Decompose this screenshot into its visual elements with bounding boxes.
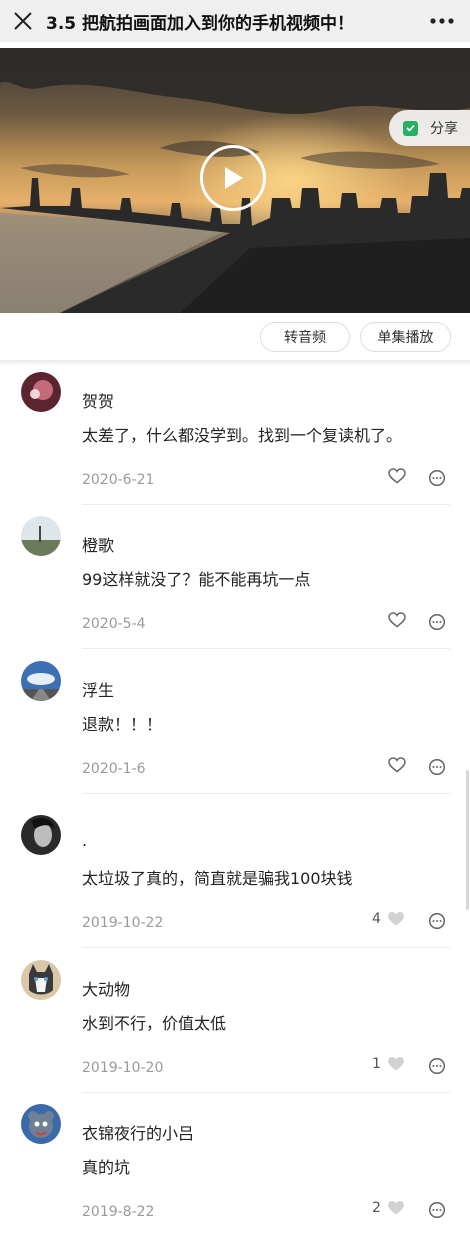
share-button[interactable]: 分享 <box>389 110 470 146</box>
comment-text: 太差了，什么都没学到。找到一个复读机了。 <box>82 426 403 445</box>
heart-filled-icon <box>387 1057 404 1071</box>
close-button[interactable] <box>0 0 46 42</box>
comment-date: 2020-6-21 <box>82 472 155 488</box>
avatar[interactable] <box>21 516 61 556</box>
comment-bubble-icon <box>428 613 446 631</box>
comment-date: 2020-1-6 <box>82 761 146 777</box>
more-button[interactable] <box>414 0 470 42</box>
comment-item: 贺贺 太差了，什么都没学到。找到一个复读机了。 2020-6-21 <box>0 372 470 516</box>
comment-bubble-icon <box>428 912 446 930</box>
reply-button[interactable] <box>428 469 446 491</box>
comment-author: 浮生 <box>82 681 115 700</box>
avatar[interactable] <box>21 1104 61 1144</box>
like-count: 2 <box>372 1200 381 1216</box>
comment-text: 真的坑 <box>82 1158 131 1177</box>
comment-date: 2019-8-22 <box>82 1204 155 1220</box>
heart-filled-icon <box>387 1201 404 1215</box>
play-button[interactable] <box>200 145 266 211</box>
more-dots-icon <box>430 18 454 24</box>
page-title: 3.5 把航拍画面加入到你的手机视频中！ <box>46 13 355 34</box>
reply-button[interactable] <box>428 758 446 780</box>
video-player[interactable]: 分享 <box>0 48 470 313</box>
comment-author: 贺贺 <box>82 392 115 411</box>
single-play-button[interactable]: 单集播放 <box>360 322 451 352</box>
comment-date: 2019-10-22 <box>82 915 164 931</box>
comment-divider <box>82 504 450 505</box>
comment-item: 浮生 退款！！！ 2020-1-6 <box>0 661 470 805</box>
comment-divider <box>82 793 450 794</box>
section-divider <box>0 360 470 366</box>
top-nav-bar: 3.5 把航拍画面加入到你的手机视频中！ <box>0 0 470 42</box>
like-button[interactable] <box>382 612 406 628</box>
comment-divider <box>82 1092 450 1093</box>
heart-outline-icon <box>388 468 406 484</box>
comment-item: 衣锦夜行的小吕 真的坑 2019-8-22 2 <box>0 1104 470 1248</box>
comment-item: 大动物 水到不行，价值太低 2019-10-20 1 <box>0 960 470 1104</box>
comment-divider <box>82 648 450 649</box>
heart-outline-icon <box>388 757 406 773</box>
play-icon <box>225 167 243 189</box>
avatar[interactable] <box>21 372 61 412</box>
comment-author: 衣锦夜行的小吕 <box>82 1124 195 1143</box>
like-button[interactable]: 2 <box>372 1200 405 1216</box>
close-icon <box>14 12 32 30</box>
avatar[interactable] <box>21 960 61 1000</box>
avatar[interactable] <box>21 815 61 855</box>
comment-bubble-icon <box>428 469 446 487</box>
avatar[interactable] <box>21 661 61 701</box>
comment-divider <box>82 947 450 948</box>
to-audio-button[interactable]: 转音频 <box>260 322 350 352</box>
comment-item: 橙歌 99这样就没了？能不能再坑一点 2020-5-4 <box>0 516 470 660</box>
heart-filled-icon <box>387 912 404 926</box>
wechat-icon <box>403 120 418 136</box>
reply-button[interactable] <box>428 613 446 635</box>
like-button[interactable] <box>382 757 406 773</box>
like-button[interactable] <box>382 468 406 484</box>
comment-bubble-icon <box>428 758 446 776</box>
comment-item: . 太垃圾了真的，简直就是骗我100块钱 2019-10-22 4 <box>0 815 470 959</box>
heart-outline-icon <box>388 612 406 628</box>
like-button[interactable]: 1 <box>372 1056 405 1072</box>
like-count: 1 <box>372 1056 381 1072</box>
episode-actions: 转音频 单集播放 <box>0 313 470 363</box>
comment-author: 大动物 <box>82 980 131 999</box>
comment-date: 2020-5-4 <box>82 616 146 632</box>
comment-text: 太垃圾了真的，简直就是骗我100块钱 <box>82 869 353 888</box>
comment-author: 橙歌 <box>82 536 115 555</box>
share-label: 分享 <box>430 121 458 137</box>
like-count: 4 <box>372 911 381 927</box>
reply-button[interactable] <box>428 1201 446 1223</box>
comment-text: 99这样就没了？能不能再坑一点 <box>82 570 311 589</box>
comment-date: 2019-10-20 <box>82 1060 164 1076</box>
comment-bubble-icon <box>428 1201 446 1219</box>
comment-text: 水到不行，价值太低 <box>82 1014 227 1033</box>
scrollbar[interactable] <box>466 770 469 910</box>
comment-text: 退款！！！ <box>82 715 163 734</box>
reply-button[interactable] <box>428 912 446 934</box>
comment-author: . <box>82 831 88 850</box>
like-button[interactable]: 4 <box>372 911 405 927</box>
reply-button[interactable] <box>428 1057 446 1079</box>
comment-bubble-icon <box>428 1057 446 1075</box>
